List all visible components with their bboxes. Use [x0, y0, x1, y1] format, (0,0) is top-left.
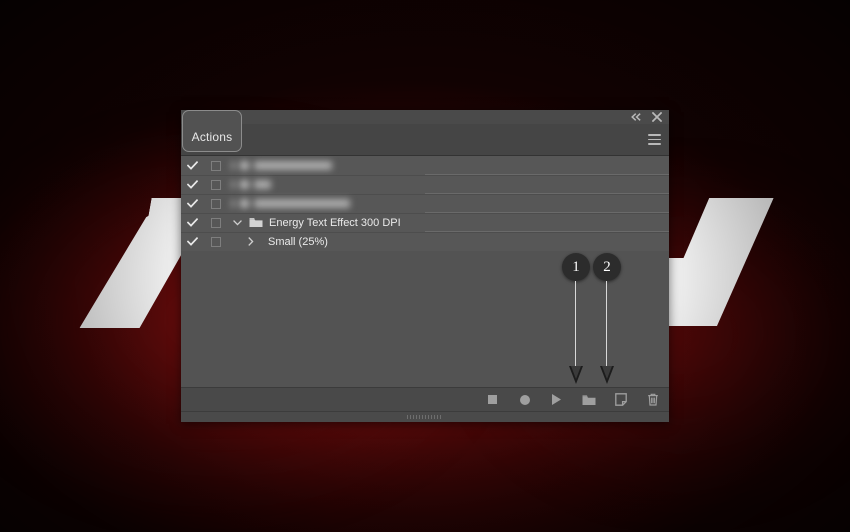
row-enabled-checkmark-icon[interactable] [181, 180, 203, 189]
annotation-2-badge: 2 [593, 253, 621, 281]
row-content [229, 180, 669, 189]
chevron-right-icon[interactable] [244, 237, 257, 246]
row-label: Small (25%) [268, 235, 328, 248]
panel-titlebar [181, 110, 669, 124]
double-chevron-left-icon[interactable] [630, 111, 642, 123]
tab-actions[interactable]: Actions [182, 110, 242, 152]
row-content [229, 199, 669, 208]
hamburger-line [648, 143, 661, 145]
window-controls [630, 111, 663, 123]
annotation-1-number: 1 [572, 258, 580, 275]
row-enabled-checkmark-icon[interactable] [181, 161, 203, 170]
row-dialog-toggle-box[interactable] [203, 179, 229, 190]
table-row[interactable] [181, 156, 669, 175]
row-enabled-checkmark-icon[interactable] [181, 218, 203, 227]
row-content [229, 161, 669, 170]
resize-grip[interactable] [407, 415, 443, 419]
annotation-1-badge: 1 [562, 253, 590, 281]
panel-footer [181, 411, 669, 422]
panel-tabbar: Actions [181, 110, 669, 156]
hamburger-menu-icon[interactable] [648, 134, 661, 145]
record-circle-icon[interactable] [517, 392, 532, 407]
new-folder-icon[interactable] [581, 392, 596, 407]
annotation-2-arrowhead [600, 366, 614, 384]
stop-square-icon[interactable] [485, 392, 500, 407]
close-icon[interactable] [651, 111, 663, 123]
new-action-page-icon[interactable] [613, 392, 628, 407]
row-dialog-toggle-box[interactable] [203, 160, 229, 171]
row-dialog-toggle-box[interactable] [203, 198, 229, 209]
table-row-energy-text-effect[interactable]: Energy Text Effect 300 DPI [181, 213, 669, 232]
trash-icon[interactable] [645, 392, 660, 407]
chevron-down-icon[interactable] [231, 219, 244, 226]
annotation-2-line [606, 281, 608, 367]
annotation-1-arrowhead [569, 366, 583, 384]
row-label: Energy Text Effect 300 DPI [269, 216, 401, 229]
row-dialog-toggle-box[interactable] [203, 236, 229, 247]
hamburger-line [648, 134, 661, 136]
row-dialog-toggle-box[interactable] [203, 217, 229, 228]
table-row[interactable] [181, 175, 669, 194]
play-triangle-icon[interactable] [549, 392, 564, 407]
screenshot-stage: Actions Energy Text Effect 300 DPI Small… [0, 0, 850, 532]
actions-toolbar [181, 387, 669, 411]
annotation-2-number: 2 [603, 258, 611, 275]
row-content: Energy Text Effect 300 DPI [229, 217, 669, 229]
table-row[interactable] [181, 194, 669, 213]
hamburger-line [648, 138, 661, 141]
table-row-small-25[interactable]: Small (25%) [181, 232, 669, 251]
row-content: Small (25%) [229, 236, 669, 248]
row-enabled-checkmark-icon[interactable] [181, 237, 203, 246]
tab-actions-label: Actions [191, 129, 233, 144]
annotation-1-line [575, 281, 577, 367]
folder-icon [249, 217, 264, 228]
row-enabled-checkmark-icon[interactable] [181, 199, 203, 208]
